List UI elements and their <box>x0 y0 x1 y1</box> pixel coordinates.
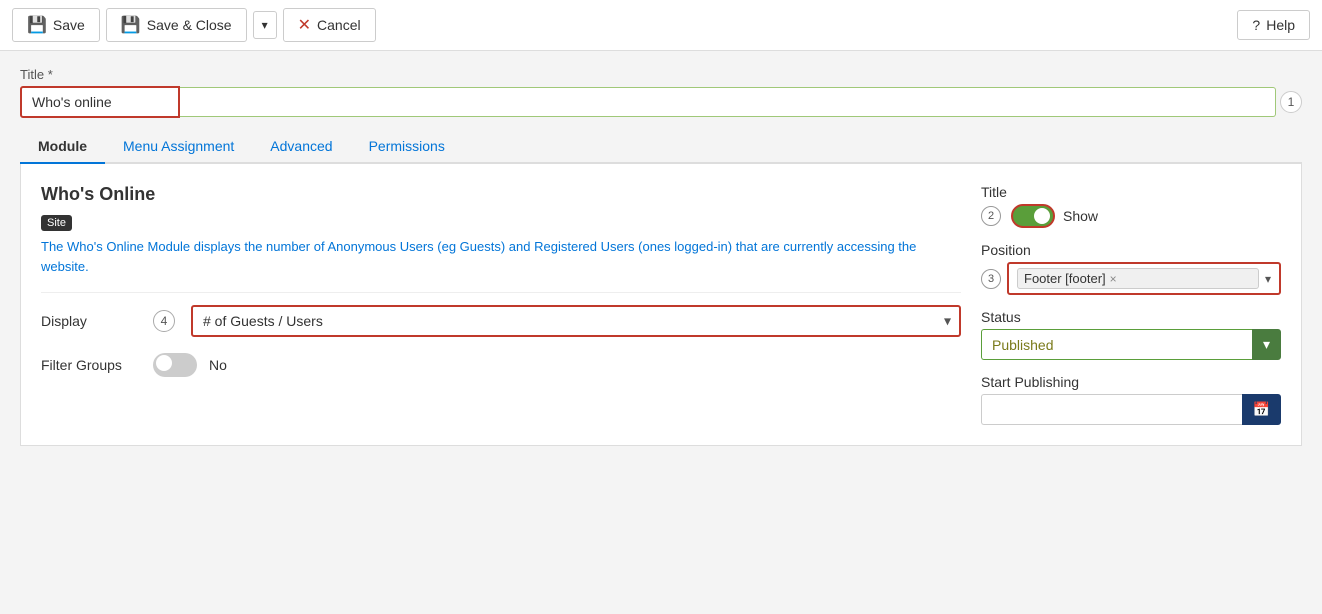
save-close-icon: 💾 <box>121 15 141 35</box>
title-toggle-wrapper: 2 Show <box>981 204 1281 228</box>
title-show-label: Show <box>1063 208 1098 224</box>
tab-advanced[interactable]: Advanced <box>252 130 350 164</box>
site-badge: Site <box>41 215 72 231</box>
right-start-publishing-section: Start Publishing 📅 <box>981 374 1281 425</box>
save-button[interactable]: 💾 Save <box>12 8 100 42</box>
save-dropdown-button[interactable]: ▾ <box>253 11 277 39</box>
right-position-section: Position 3 Footer [footer] × ▾ <box>981 242 1281 295</box>
filter-groups-toggle[interactable] <box>153 353 197 377</box>
right-status-section: Status ▾ <box>981 309 1281 360</box>
position-row: 3 Footer [footer] × ▾ <box>981 262 1281 295</box>
position-select-wrapper[interactable]: Footer [footer] × ▾ <box>1007 262 1281 295</box>
title-input-highlighted[interactable] <box>20 86 180 118</box>
filter-groups-value: No <box>209 357 227 373</box>
position-value: Footer [footer] <box>1024 271 1106 286</box>
right-start-publishing-label: Start Publishing <box>981 374 1281 390</box>
title-show-toggle[interactable] <box>1011 204 1055 228</box>
right-title-label: Title <box>981 184 1281 200</box>
position-clear-icon[interactable]: × <box>1110 272 1117 286</box>
step-3-badge: 3 <box>981 269 1001 289</box>
step-2-badge: 2 <box>981 206 1001 226</box>
step-4-badge: 4 <box>153 310 175 332</box>
help-icon: ? <box>1252 17 1260 33</box>
col-right: Title 2 Show Position 3 <box>981 184 1281 425</box>
filter-groups-row: Filter Groups No <box>41 353 961 377</box>
help-button[interactable]: ? Help <box>1237 10 1310 40</box>
title-row: 1 <box>20 86 1302 118</box>
tabs: Module Menu Assignment Advanced Permissi… <box>20 130 1302 164</box>
display-label: Display <box>41 313 141 329</box>
cancel-icon: ✕ <box>298 15 311 35</box>
position-tag: Footer [footer] × <box>1017 268 1259 289</box>
module-heading: Who's Online <box>41 184 961 205</box>
cancel-button[interactable]: ✕ Cancel <box>283 8 376 42</box>
col-left: Who's Online Site The Who's Online Modul… <box>41 184 961 425</box>
start-pub-wrapper: 📅 <box>981 394 1281 425</box>
status-select-wrapper: ▾ <box>981 329 1281 360</box>
display-row: Display 4 # of Guests / Users # of Guest… <box>41 305 961 337</box>
tab-content: Who's Online Site The Who's Online Modul… <box>20 164 1302 446</box>
start-publishing-calendar-button[interactable]: 📅 <box>1242 394 1281 425</box>
start-publishing-input[interactable] <box>981 394 1242 425</box>
toolbar: 💾 Save 💾 Save & Close ▾ ✕ Cancel ? Help <box>0 0 1322 51</box>
module-description: The Who's Online Module displays the num… <box>41 237 961 276</box>
right-panel: Title 2 Show Position 3 <box>981 184 1281 425</box>
display-select-wrapper: # of Guests / Users # of Guests # of Use… <box>191 305 961 337</box>
save-close-button[interactable]: 💾 Save & Close <box>106 8 247 42</box>
status-dropdown-button[interactable]: ▾ <box>1252 329 1281 360</box>
toolbar-right: ? Help <box>1237 10 1310 40</box>
right-status-label: Status <box>981 309 1281 325</box>
save-icon: 💾 <box>27 15 47 35</box>
filter-groups-label: Filter Groups <box>41 357 141 373</box>
status-input[interactable] <box>981 329 1252 360</box>
divider <box>41 292 961 293</box>
title-label: Title * <box>20 67 1302 82</box>
right-title-section: Title 2 Show <box>981 184 1281 228</box>
tab-permissions[interactable]: Permissions <box>351 130 463 164</box>
step-1-badge: 1 <box>1280 91 1302 113</box>
tabs-container: Module Menu Assignment Advanced Permissi… <box>20 130 1302 446</box>
position-chevron-icon[interactable]: ▾ <box>1265 272 1271 286</box>
tab-module[interactable]: Module <box>20 130 105 164</box>
right-position-label: Position <box>981 242 1281 258</box>
main-content: Title * 1 Module Menu Assignment Advance… <box>0 51 1322 462</box>
tab-menu-assignment[interactable]: Menu Assignment <box>105 130 252 164</box>
title-field-group: Title * 1 <box>20 67 1302 118</box>
title-input-rest[interactable] <box>180 87 1276 117</box>
display-select[interactable]: # of Guests / Users # of Guests # of Use… <box>191 305 961 337</box>
